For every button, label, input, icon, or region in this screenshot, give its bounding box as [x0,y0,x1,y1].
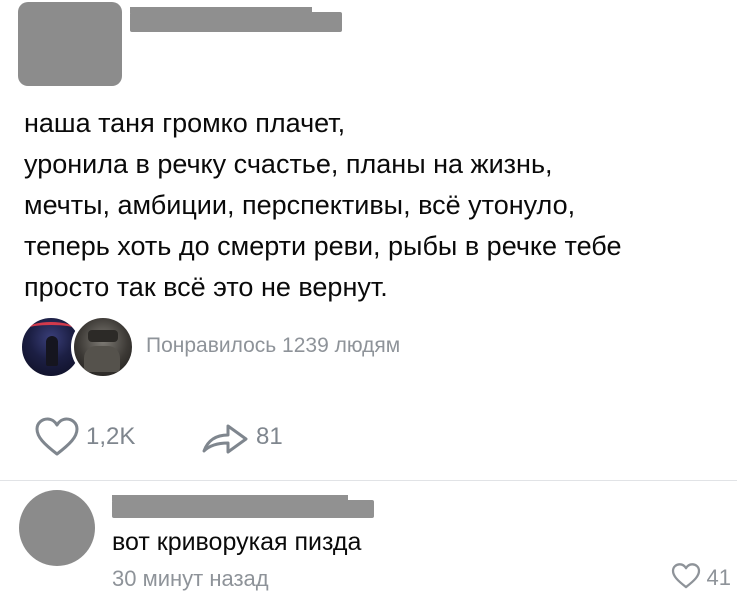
likes-summary[interactable]: Понравилось 1239 людям [146,334,400,358]
share-button[interactable]: 81 [200,410,283,464]
liker-avatar[interactable] [71,315,135,379]
post-text-line: просто так всё это не вернут. [24,272,388,302]
like-button[interactable]: 1,2K [34,410,135,464]
post-author-name-redacted[interactable] [130,7,342,32]
post-text-line: мечты, амбиции, перспективы, всё утонуло… [24,190,576,220]
heart-outline-icon [671,562,701,594]
comment-like-button[interactable]: 41 [671,562,731,594]
post-text-line: уронила в речку счастье, планы на жизнь, [24,149,553,179]
comment-author-name-redacted[interactable] [112,495,374,518]
post-author-avatar-redacted[interactable] [18,2,122,86]
comment-like-count: 41 [706,565,731,590]
likers-avatars[interactable] [19,315,135,379]
heart-outline-icon [34,417,80,457]
divider [0,480,737,481]
post-text: наша таня громко плачет, уронила в речку… [24,103,724,308]
post-actions-bar: 1,2K 81 [0,410,737,464]
like-count: 1,2K [86,423,136,450]
post-text-line: наша таня громко плачет, [24,108,346,138]
post-text-line: теперь хоть до смерти реви, рыбы в речке… [24,231,622,261]
comment-author-avatar-redacted[interactable] [19,490,95,566]
share-count: 81 [256,423,283,450]
comment-timestamp: 30 минут назад [112,566,269,591]
comment-text: вот криворукая пизда [112,528,362,556]
share-arrow-icon [200,418,250,456]
